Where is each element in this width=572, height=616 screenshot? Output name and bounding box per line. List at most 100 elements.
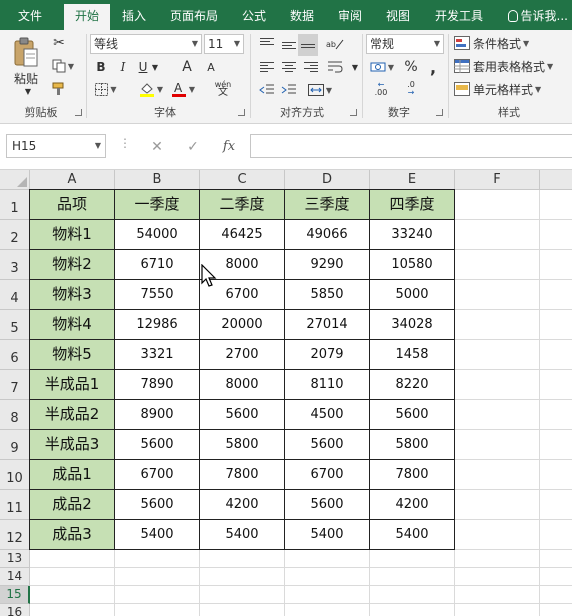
underline-dropdown-icon[interactable]: ▼: [150, 58, 160, 76]
shrink-font-button[interactable]: A: [204, 58, 218, 76]
percent-button[interactable]: %: [402, 58, 420, 76]
format-painter-icon[interactable]: [50, 80, 68, 98]
paste-icon[interactable]: [12, 36, 40, 70]
decrease-decimal-button[interactable]: .0 →: [398, 80, 424, 98]
row-label-cell[interactable]: 物料5: [30, 340, 115, 370]
data-cell[interactable]: 46425: [200, 220, 285, 250]
data-cell[interactable]: 7800: [200, 460, 285, 490]
merge-center-icon[interactable]: ▼: [306, 82, 334, 98]
row-header-1[interactable]: 1: [0, 190, 30, 220]
data-cell[interactable]: 5600: [200, 400, 285, 430]
data-cell[interactable]: 5800: [370, 430, 455, 460]
align-right-icon[interactable]: [304, 60, 318, 74]
data-cell[interactable]: 54000: [115, 220, 200, 250]
row-label-cell[interactable]: 半成品2: [30, 400, 115, 430]
column-header-c[interactable]: C: [200, 170, 285, 190]
data-cell[interactable]: 6700: [115, 460, 200, 490]
table-header-cell[interactable]: 三季度: [285, 190, 370, 220]
data-cell[interactable]: 9290: [285, 250, 370, 280]
table-header-cell[interactable]: 一季度: [115, 190, 200, 220]
insert-function-button[interactable]: fx: [218, 136, 240, 158]
tell-me-search[interactable]: 告诉我...: [507, 4, 568, 28]
data-cell[interactable]: 33240: [370, 220, 455, 250]
row-header-4[interactable]: 4: [0, 280, 30, 310]
grow-font-button[interactable]: A: [180, 58, 194, 76]
phonetic-icon[interactable]: wén 文: [212, 80, 234, 98]
font-size-combo[interactable]: 11 ▼: [204, 34, 244, 54]
row-header-3[interactable]: 3: [0, 250, 30, 280]
row-header-9[interactable]: 9: [0, 430, 30, 460]
data-cell[interactable]: 5600: [285, 490, 370, 520]
data-cell[interactable]: 20000: [200, 310, 285, 340]
data-cell[interactable]: 2700: [200, 340, 285, 370]
table-header-cell[interactable]: 品项: [30, 190, 115, 220]
tab-file[interactable]: 文件: [6, 4, 54, 30]
align-center-icon[interactable]: [282, 60, 296, 74]
data-cell[interactable]: 5850: [285, 280, 370, 310]
cancel-entry-button[interactable]: ✕: [146, 136, 168, 158]
name-box[interactable]: H15 ▼: [6, 134, 106, 158]
data-cell[interactable]: 5400: [200, 520, 285, 550]
italic-button[interactable]: I: [116, 58, 130, 76]
row-header-14[interactable]: 14: [0, 568, 30, 586]
row-header-8[interactable]: 8: [0, 400, 30, 430]
alignment-launcher-icon[interactable]: [350, 109, 357, 116]
data-cell[interactable]: 3321: [115, 340, 200, 370]
data-cell[interactable]: 5600: [370, 400, 455, 430]
column-header-a[interactable]: A: [30, 170, 115, 190]
row-header-13[interactable]: 13: [0, 550, 30, 568]
increase-decimal-button[interactable]: ← .00: [368, 80, 394, 98]
paste-button[interactable]: 粘贴: [8, 70, 44, 86]
tab-review[interactable]: 审阅: [330, 4, 370, 30]
align-left-icon[interactable]: [260, 60, 274, 74]
data-cell[interactable]: 7550: [115, 280, 200, 310]
data-cell[interactable]: 2079: [285, 340, 370, 370]
select-all-button[interactable]: [0, 170, 30, 190]
font-color-icon[interactable]: A ▼: [170, 80, 196, 98]
row-label-cell[interactable]: 成品2: [30, 490, 115, 520]
data-cell[interactable]: 8110: [285, 370, 370, 400]
clipboard-launcher-icon[interactable]: [75, 109, 82, 116]
row-header-10[interactable]: 10: [0, 460, 30, 490]
copy-icon[interactable]: ▼: [50, 57, 76, 75]
data-cell[interactable]: 8000: [200, 370, 285, 400]
increase-indent-icon[interactable]: [280, 82, 298, 98]
tab-insert[interactable]: 插入: [114, 4, 154, 30]
tab-view[interactable]: 视图: [378, 4, 418, 30]
row-header-5[interactable]: 5: [0, 310, 30, 340]
data-cell[interactable]: 10580: [370, 250, 455, 280]
orientation-icon[interactable]: ab: [324, 36, 346, 52]
row-label-cell[interactable]: 成品3: [30, 520, 115, 550]
font-launcher-icon[interactable]: [238, 109, 245, 116]
row-header-16[interactable]: 16: [0, 604, 30, 616]
data-cell[interactable]: 5400: [115, 520, 200, 550]
number-format-combo[interactable]: 常规 ▼: [366, 34, 444, 54]
underline-button[interactable]: U: [136, 58, 150, 76]
row-label-cell[interactable]: 物料1: [30, 220, 115, 250]
align-bottom-icon[interactable]: [298, 34, 318, 56]
comma-button[interactable]: ,: [426, 58, 440, 77]
tab-page-layout[interactable]: 页面布局: [162, 4, 226, 30]
formula-input[interactable]: [250, 134, 572, 158]
data-cell[interactable]: 8220: [370, 370, 455, 400]
confirm-entry-button[interactable]: ✓: [182, 136, 204, 158]
fill-color-icon[interactable]: ▼: [138, 80, 164, 98]
tab-developer[interactable]: 开发工具: [426, 4, 492, 30]
tab-formulas[interactable]: 公式: [234, 4, 274, 30]
row-header-15[interactable]: 15: [0, 586, 30, 604]
data-cell[interactable]: 5600: [115, 490, 200, 520]
align-middle-icon[interactable]: [282, 40, 296, 51]
merge-dropdown-icon[interactable]: ▼: [348, 58, 362, 76]
row-header-2[interactable]: 2: [0, 220, 30, 250]
worksheet-grid[interactable]: A B C D E F 1 2 3 4 5 6 7 8 9 10 11 12 13 14 15 16 品项 一季度 二季度 三季度…: [0, 170, 572, 616]
data-cell[interactable]: 5600: [285, 430, 370, 460]
row-label-cell[interactable]: 半成品3: [30, 430, 115, 460]
tab-data[interactable]: 数据: [282, 4, 322, 30]
data-cell[interactable]: 12986: [115, 310, 200, 340]
tab-home[interactable]: 开始: [64, 4, 110, 30]
row-label-cell[interactable]: 物料2: [30, 250, 115, 280]
number-launcher-icon[interactable]: [436, 109, 443, 116]
table-header-cell[interactable]: 二季度: [200, 190, 285, 220]
data-cell[interactable]: 4200: [200, 490, 285, 520]
data-cell[interactable]: 4500: [285, 400, 370, 430]
